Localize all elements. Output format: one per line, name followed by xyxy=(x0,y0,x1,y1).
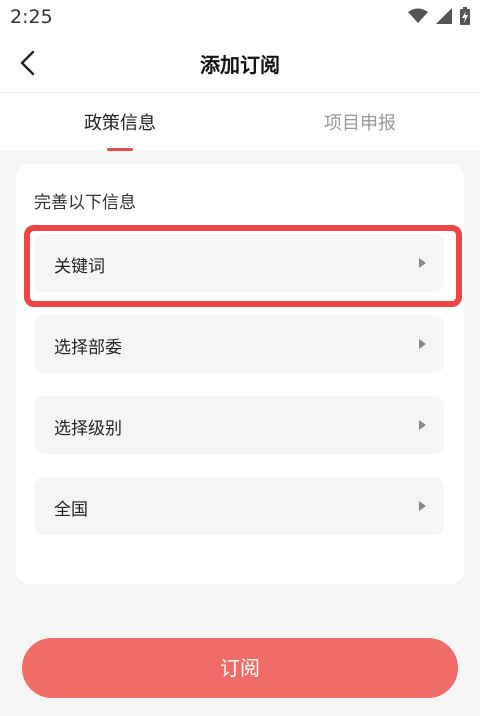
caret-right-icon xyxy=(419,420,426,430)
tab-policy-info[interactable]: 政策信息 xyxy=(0,109,240,135)
option-label: 选择部委 xyxy=(54,338,122,358)
option-label: 选择级别 xyxy=(54,419,122,439)
active-tab-indicator xyxy=(107,148,133,151)
signal-icon xyxy=(436,8,452,24)
keyword-option[interactable]: 关键词 xyxy=(34,234,444,292)
tab-project-declaration[interactable]: 项目申报 xyxy=(240,109,480,135)
tab-bar: 政策信息 项目申报 xyxy=(0,93,480,151)
status-time: 2:25 xyxy=(10,6,53,28)
select-level-option[interactable]: 选择级别 xyxy=(34,396,444,454)
wifi-icon xyxy=(408,8,428,23)
caret-right-icon xyxy=(419,501,426,511)
subscribe-button[interactable]: 订阅 xyxy=(22,638,458,698)
form-heading: 完善以下信息 xyxy=(34,193,136,213)
option-label: 关键词 xyxy=(54,257,105,277)
caret-right-icon xyxy=(419,339,426,349)
region-option[interactable]: 全国 xyxy=(34,477,444,535)
battery-icon xyxy=(460,7,470,25)
select-ministry-option[interactable]: 选择部委 xyxy=(34,315,444,373)
page-title: 添加订阅 xyxy=(200,53,280,77)
nav-bar: 添加订阅 xyxy=(0,34,480,93)
caret-right-icon xyxy=(419,258,426,268)
status-bar: 2:25 xyxy=(0,0,480,34)
subscription-form-card: 完善以下信息 关键词 选择部委 选择级别 全国 xyxy=(16,164,464,584)
status-icons xyxy=(408,7,470,25)
option-label: 全国 xyxy=(54,500,88,520)
